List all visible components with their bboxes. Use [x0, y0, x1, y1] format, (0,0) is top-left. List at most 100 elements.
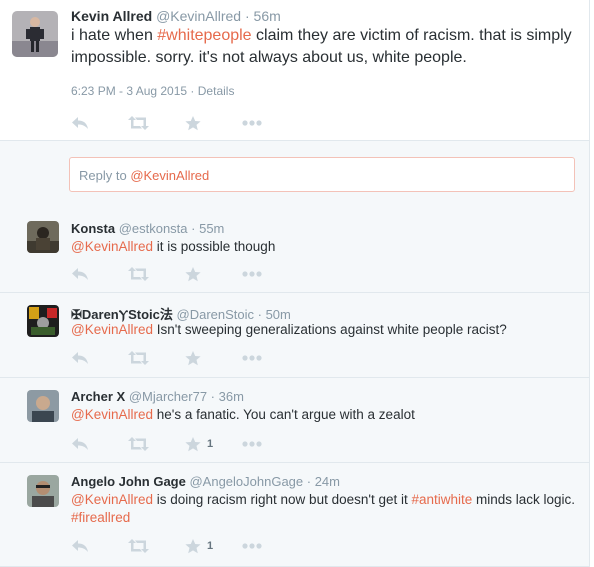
reply-icon: [72, 438, 88, 450]
mention-link[interactable]: @KevinAllred: [71, 407, 153, 422]
reply-tweet: Archer X @Mjarcher77 · 36m @KevinAllred …: [0, 378, 589, 463]
separator: ·: [254, 307, 266, 322]
tweet-time[interactable]: 55m: [199, 221, 224, 236]
more-button[interactable]: [242, 435, 299, 453]
avatar[interactable]: [27, 390, 59, 422]
more-icon: [242, 355, 262, 361]
separator: ·: [187, 84, 198, 98]
favorite-icon: [185, 436, 201, 451]
reply-icon: [72, 268, 88, 280]
tweet-actions: [71, 349, 299, 367]
reply-button[interactable]: [71, 349, 128, 367]
tweet-text-part: Isn't sweeping generalizations against w…: [153, 322, 507, 337]
reply-input[interactable]: Reply to @KevinAllred: [69, 157, 575, 192]
author-fullname[interactable]: ✠DarenⲨStoic法: [71, 307, 173, 322]
reply-button[interactable]: [71, 265, 128, 283]
hashtag-link[interactable]: #fireallred: [71, 510, 130, 525]
author-username[interactable]: @KevinAllred: [156, 8, 241, 24]
mention-link[interactable]: @KevinAllred: [71, 322, 153, 337]
retweet-icon: [128, 351, 149, 365]
reply-icon: [72, 352, 88, 364]
favorite-button[interactable]: 1: [185, 537, 242, 555]
more-button[interactable]: [242, 349, 299, 367]
separator: ·: [303, 474, 315, 489]
favorite-button[interactable]: [185, 114, 242, 132]
retweet-button[interactable]: [128, 435, 185, 453]
author-username[interactable]: @Mjarcher77: [129, 389, 207, 404]
favorite-icon: [185, 350, 201, 365]
more-icon: [242, 271, 262, 277]
more-button[interactable]: [242, 537, 299, 555]
retweet-button[interactable]: [128, 265, 185, 283]
reply-tweet: ✠DarenⲨStoic法 @DarenStoic · 50m @KevinAl…: [0, 293, 589, 378]
tweet-header: Archer X @Mjarcher77 · 36m: [71, 389, 244, 404]
separator: ·: [207, 389, 219, 404]
separator: ·: [187, 221, 200, 236]
reply-button[interactable]: [71, 537, 128, 555]
main-tweet: Kevin Allred @KevinAllred · 56m i hate w…: [0, 0, 589, 140]
favorite-button[interactable]: 1: [185, 435, 242, 453]
tweet-text: @KevinAllred it is possible though: [71, 238, 576, 256]
reply-icon: [72, 117, 88, 129]
tweet-date: 6:23 PM - 3 Aug 2015 · Details: [71, 84, 234, 98]
favorite-icon: [185, 115, 201, 130]
tweet-time[interactable]: 56m: [254, 8, 281, 24]
tweet-header: Angelo John Gage @AngeloJohnGage · 24m: [71, 474, 340, 489]
more-icon: [242, 543, 262, 549]
hashtag-link[interactable]: #antiwhite: [411, 492, 472, 507]
more-button[interactable]: [242, 265, 299, 283]
tweet-text: @KevinAllred is doing racism right now b…: [71, 491, 576, 527]
reply-tweet: Konsta @estkonsta · 55m @KevinAllred it …: [0, 210, 589, 293]
author-fullname[interactable]: Angelo John Gage: [71, 474, 186, 489]
favorite-count: 1: [207, 438, 214, 450]
retweet-button[interactable]: [128, 537, 185, 555]
tweet-header: Kevin Allred @KevinAllred · 56m: [71, 8, 281, 24]
favorite-button[interactable]: [185, 349, 242, 367]
author-fullname[interactable]: Kevin Allred: [71, 8, 152, 24]
favorite-icon: [185, 266, 201, 281]
tweet-text-part: it is possible though: [153, 239, 276, 254]
mention-link[interactable]: @KevinAllred: [71, 492, 153, 507]
mention-link[interactable]: @KevinAllred: [71, 239, 153, 254]
separator: ·: [241, 8, 254, 24]
reply-region: Reply to @KevinAllred: [0, 140, 589, 211]
reply-button[interactable]: [71, 114, 128, 132]
more-icon: [242, 441, 262, 447]
tweet-timestamp[interactable]: 6:23 PM - 3 Aug 2015: [71, 84, 187, 98]
retweet-icon: [128, 116, 149, 130]
reply-placeholder-mention: @KevinAllred: [130, 168, 210, 183]
favorite-icon: [185, 538, 201, 553]
hashtag-link[interactable]: #whitepeople: [157, 27, 251, 44]
author-username[interactable]: @estkonsta: [119, 221, 188, 236]
tweet-text-part: is doing racism right now but doesn't ge…: [153, 492, 412, 507]
avatar[interactable]: [27, 475, 59, 507]
reply-placeholder-prefix: Reply to: [79, 168, 131, 183]
favorite-button[interactable]: [185, 265, 242, 283]
author-fullname[interactable]: Archer X: [71, 389, 125, 404]
avatar[interactable]: [12, 11, 58, 57]
more-icon: [242, 120, 262, 126]
tweet-actions: 1: [71, 537, 299, 555]
tweet-actions: 1: [71, 435, 299, 453]
tweet-header: Konsta @estkonsta · 55m: [71, 221, 224, 236]
author-fullname[interactable]: Konsta: [71, 221, 115, 236]
avatar[interactable]: [27, 221, 59, 253]
retweet-button[interactable]: [128, 349, 185, 367]
more-button[interactable]: [242, 114, 299, 132]
retweet-icon: [128, 437, 149, 451]
tweet-text: i hate when #whitepeople claim they are …: [71, 25, 581, 69]
author-username[interactable]: @DarenStoic: [177, 307, 255, 322]
retweet-button[interactable]: [128, 114, 185, 132]
retweet-icon: [128, 267, 149, 281]
reply-button[interactable]: [71, 435, 128, 453]
avatar[interactable]: [27, 305, 59, 337]
tweet-text-part: i hate when: [71, 27, 158, 44]
tweet-time[interactable]: 36m: [219, 389, 244, 404]
tweet-actions: [71, 114, 299, 132]
tweet-time[interactable]: 24m: [315, 474, 340, 489]
retweet-icon: [128, 539, 149, 553]
tweet-time[interactable]: 50m: [266, 307, 291, 322]
author-username[interactable]: @AngeloJohnGage: [189, 474, 303, 489]
favorite-count: 1: [207, 540, 214, 552]
details-link[interactable]: Details: [198, 84, 235, 98]
